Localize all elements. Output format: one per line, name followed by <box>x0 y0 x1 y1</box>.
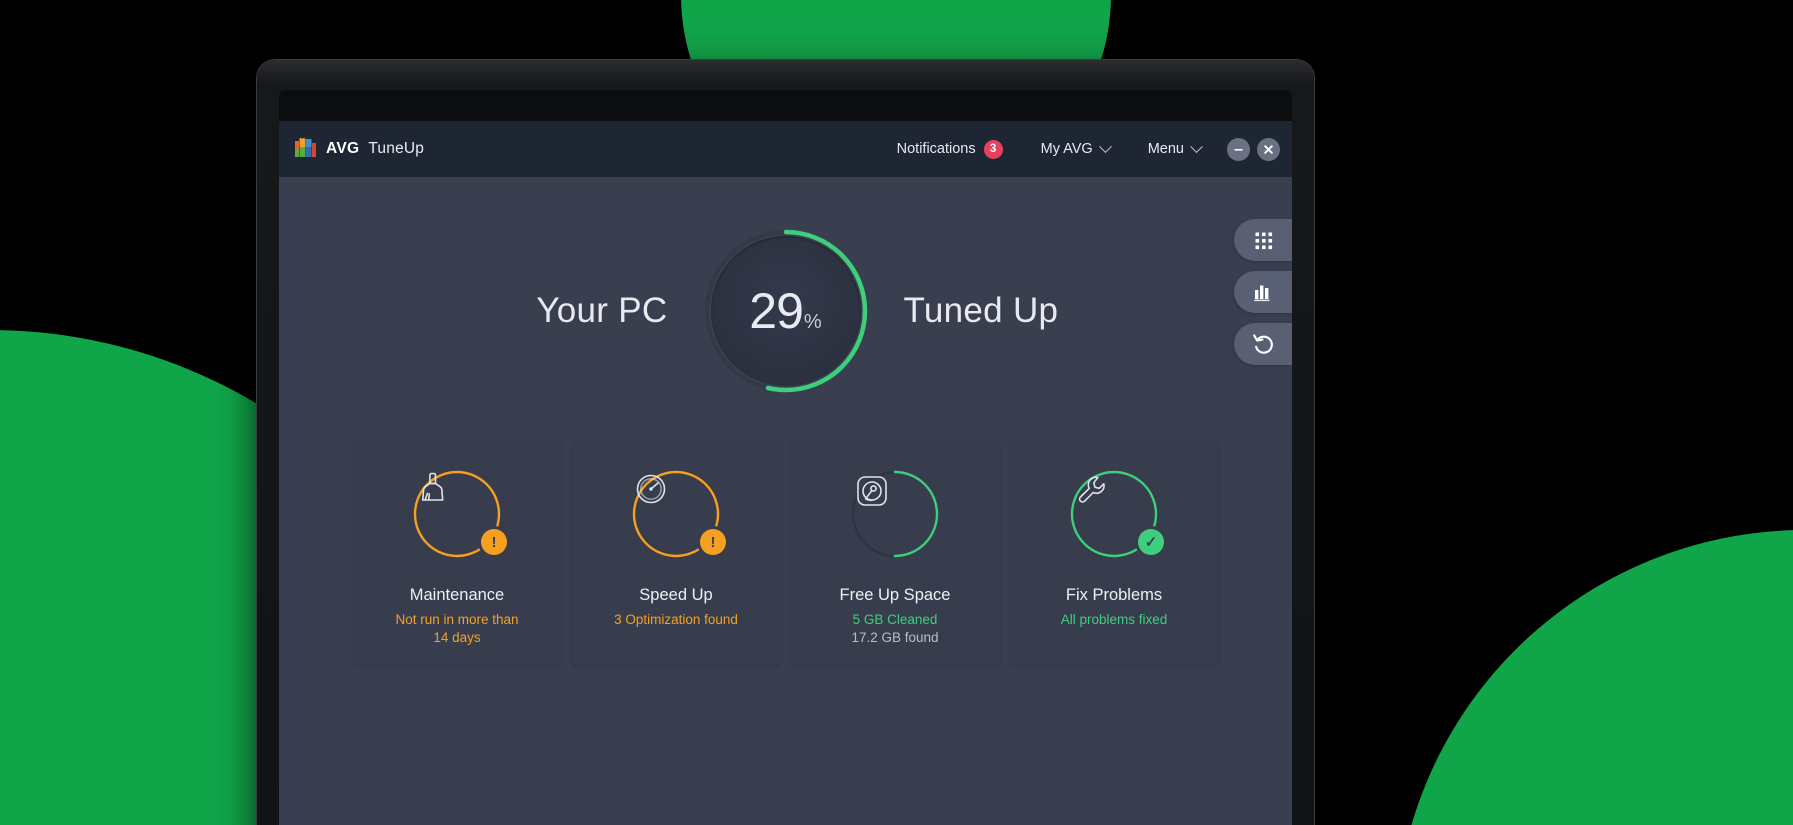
minimize-button[interactable] <box>1227 137 1250 161</box>
close-button[interactable] <box>1257 137 1280 161</box>
card-subtitle: Not run in more than <box>395 612 519 627</box>
warning-badge: ! <box>481 529 507 555</box>
app-brand: AVG TuneUp <box>295 138 424 160</box>
chevron-down-icon <box>1098 139 1112 153</box>
screenshot-stage: AVG TuneUp Notifications 3 My AVG Menu Y… <box>0 0 1793 825</box>
grid-dots-icon <box>1255 232 1273 250</box>
brand-product-label: TuneUp <box>368 140 425 157</box>
card-maintenance[interactable]: ! Maintenance Not run in more than 14 days <box>352 441 562 665</box>
title-bar: AVG TuneUp Notifications 3 My AVG Menu <box>279 121 1292 177</box>
card-subtitle: All problems fixed <box>1060 612 1168 627</box>
gauge-unit: % <box>803 311 822 333</box>
card-subtitle: 5 GB Cleaned <box>852 612 938 627</box>
main-content: Your PC 29 % Tuned Up ! Maintenance Not … <box>279 177 1292 825</box>
all-tools-tab[interactable] <box>1234 219 1292 261</box>
undo-arrow-icon <box>1253 334 1273 354</box>
avg-tuneup-window: AVG TuneUp Notifications 3 My AVG Menu Y… <box>279 121 1292 825</box>
check-badge: ✓ <box>1138 529 1164 555</box>
wrench-icon <box>1078 476 1105 503</box>
card-title: Maintenance <box>409 586 505 604</box>
menu-button[interactable]: Menu <box>1129 121 1220 177</box>
my-avg-menu[interactable]: My AVG <box>1022 121 1129 177</box>
laptop-frame: AVG TuneUp Notifications 3 My AVG Menu Y… <box>257 60 1314 825</box>
notifications-button[interactable]: Notifications 3 <box>878 121 1022 177</box>
gauge-center: 29 % <box>710 236 861 386</box>
warning-badge: ! <box>700 529 726 555</box>
top-navigation: Notifications 3 My AVG Menu <box>878 121 1292 177</box>
card-subtitle: 3 Optimization found <box>614 612 738 627</box>
background-blob-right <box>1395 530 1793 825</box>
broom-icon <box>421 472 444 501</box>
card-ring: ✓ <box>1067 467 1164 561</box>
laptop-screen: AVG TuneUp Notifications 3 My AVG Menu Y… <box>279 90 1292 825</box>
chevron-down-icon <box>1190 139 1203 153</box>
hero-right-text: Tuned Up <box>903 291 1059 330</box>
card-icon <box>848 467 942 561</box>
notifications-count-badge: 3 <box>983 139 1003 159</box>
menu-label: Menu <box>1147 141 1184 157</box>
card-fix-problems[interactable]: ✓ Fix Problems All problems fixed <box>1009 441 1219 665</box>
tuneup-score-gauge: 29 % <box>702 227 870 395</box>
notifications-label: Notifications <box>896 141 976 157</box>
close-icon <box>1264 144 1273 154</box>
rescue-center-tab[interactable] <box>1234 323 1292 365</box>
card-title: Fix Problems <box>1065 586 1163 604</box>
card-free-up-space[interactable]: Free Up Space 5 GB Cleaned 17.2 GB found <box>790 441 1000 665</box>
hero-section: Your PC 29 % Tuned Up <box>279 177 1292 395</box>
hero-left-text: Your PC <box>536 291 668 330</box>
feature-cards: ! Maintenance Not run in more than 14 days!… <box>279 441 1292 665</box>
card-ring: ! <box>629 467 726 561</box>
gauge-value: 29 <box>749 283 804 339</box>
card-title: Speed Up <box>639 586 713 604</box>
hard-drive-icon <box>857 476 887 506</box>
card-subtitle-secondary: 14 days <box>433 630 481 645</box>
card-ring: ! <box>410 467 507 561</box>
my-avg-label: My AVG <box>1040 141 1093 157</box>
bar-chart-icon <box>1254 285 1270 302</box>
avg-logo-icon <box>295 138 316 157</box>
minimize-icon <box>1234 148 1243 151</box>
brand-avg-label: AVG <box>326 140 360 157</box>
card-title: Free Up Space <box>839 586 951 604</box>
right-rail <box>1234 219 1292 365</box>
card-ring <box>848 467 942 561</box>
speedometer-icon <box>636 474 666 504</box>
card-speed-up[interactable]: ! Speed Up 3 Optimization found <box>571 441 781 665</box>
statistics-tab[interactable] <box>1234 271 1292 313</box>
card-subtitle-secondary: 17.2 GB found <box>851 630 939 645</box>
